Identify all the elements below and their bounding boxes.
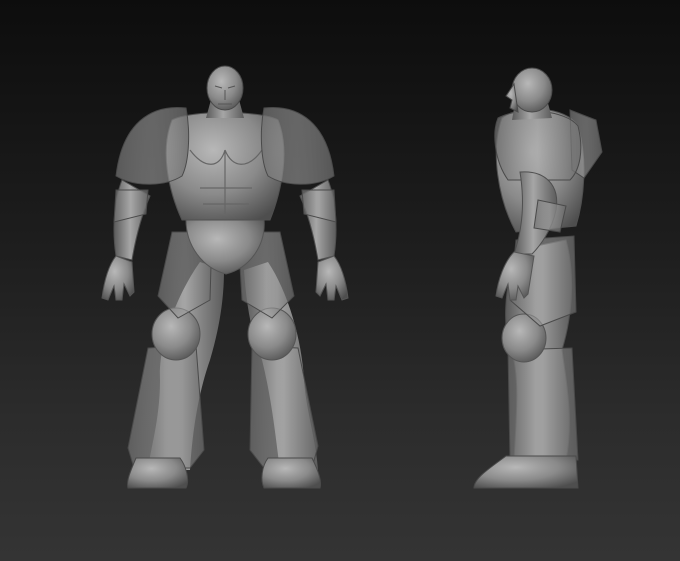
front-view-figure bbox=[101, 65, 349, 489]
side-hand bbox=[495, 251, 535, 301]
front-right-vambrace bbox=[301, 189, 337, 223]
side-foot bbox=[473, 455, 579, 489]
front-right-hand bbox=[315, 255, 349, 301]
front-head bbox=[206, 65, 244, 111]
front-left-vambrace bbox=[113, 189, 149, 223]
front-left-pauldron bbox=[115, 107, 190, 185]
side-pauldron bbox=[494, 110, 582, 181]
3d-viewport[interactable] bbox=[0, 0, 680, 561]
sculpt-canvas bbox=[101, 65, 603, 489]
front-right-pauldron bbox=[260, 107, 335, 185]
side-head bbox=[511, 67, 553, 113]
side-vambrace bbox=[533, 199, 567, 233]
front-left-greave bbox=[127, 344, 205, 469]
front-right-foot bbox=[261, 457, 321, 489]
front-left-hand bbox=[101, 255, 135, 301]
front-right-greave bbox=[249, 345, 319, 469]
side-view-figure bbox=[473, 67, 603, 489]
front-left-foot bbox=[127, 457, 189, 489]
side-greave bbox=[507, 347, 579, 463]
